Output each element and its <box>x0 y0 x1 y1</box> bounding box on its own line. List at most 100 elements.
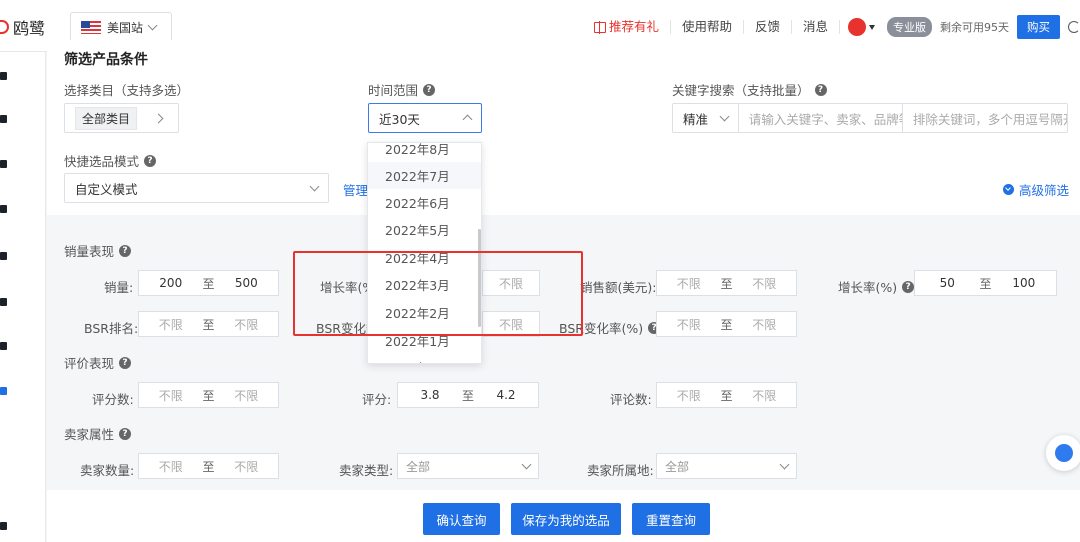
range-separator: 至 <box>202 388 215 403</box>
customer-service-icon[interactable] <box>1046 435 1080 471</box>
logo-text: 鸥鹭 <box>13 19 46 38</box>
time-option[interactable]: 2021年12月 <box>368 354 481 363</box>
chevron-down-icon <box>147 20 158 30</box>
settings-icon[interactable] <box>0 342 7 350</box>
bsr-label: BSR排名: <box>84 321 139 336</box>
review-count-label: 评论数: <box>610 392 652 407</box>
bsr-rate-max[interactable]: 不限 <box>733 316 797 333</box>
range-separator: 至 <box>462 388 475 403</box>
bsr-range[interactable]: 不限 至 不限 <box>138 311 279 337</box>
list-icon[interactable] <box>0 298 7 306</box>
score-max[interactable]: 4.2 <box>474 388 538 402</box>
revenue-label: 销售额(美元): <box>580 280 657 295</box>
keyword-label: 关键字搜索（支持批量） ? <box>672 80 827 99</box>
category-tag: 全部类目 <box>75 106 138 130</box>
sales-section-title: 销量表现? <box>64 241 132 260</box>
revenue-min[interactable]: 不限 <box>657 275 721 292</box>
quick-mode-value: 自定义模式 <box>75 181 138 197</box>
range-separator: 至 <box>720 388 733 403</box>
time-option[interactable]: 2022年6月 <box>368 189 481 216</box>
buy-button[interactable]: 购买 <box>1017 15 1060 39</box>
review-count-range[interactable]: 不限 至 不限 <box>656 382 797 408</box>
header-nav: 推荐有礼 使用帮助 反馈 消息 专业版 剩余可用95天 购买 <box>583 12 1080 42</box>
sales-label: 销量: <box>104 280 134 295</box>
help-icon[interactable]: ? <box>423 83 436 96</box>
score-min[interactable]: 3.8 <box>398 388 462 402</box>
nav-help[interactable]: 使用帮助 <box>671 20 744 34</box>
help-icon[interactable]: ? <box>119 427 132 440</box>
expand-icon[interactable] <box>0 522 7 530</box>
user-menu[interactable] <box>840 18 883 36</box>
review-section-title: 评价表现? <box>64 353 132 372</box>
advanced-filter-label: 高级筛选 <box>1019 183 1070 198</box>
save-selection-button[interactable]: 保存为我的选品 <box>511 503 621 535</box>
manage-link[interactable]: 管理 <box>343 180 368 199</box>
chevron-down-icon <box>719 111 730 121</box>
chevron-right-icon <box>153 113 164 123</box>
time-option[interactable]: 2022年8月 <box>368 143 481 162</box>
site-selector[interactable]: 美国站 <box>70 12 172 42</box>
seller-location-label: 卖家所属地: <box>587 463 654 478</box>
review-count-max[interactable]: 不限 <box>733 387 797 404</box>
home-icon[interactable] <box>0 72 7 80</box>
growth2-min[interactable]: 50 <box>915 276 980 290</box>
seller-location-select[interactable]: 全部 <box>656 453 797 479</box>
time-range-select[interactable]: 近30天 <box>368 103 482 133</box>
confirm-query-button[interactable]: 确认查询 <box>423 503 500 535</box>
range-separator: 至 <box>202 276 215 291</box>
seller-count-max[interactable]: 不限 <box>215 458 279 475</box>
sales-max[interactable]: 500 <box>215 276 279 290</box>
chevron-up-icon <box>462 114 473 125</box>
seller-count-min[interactable]: 不限 <box>139 458 203 475</box>
nav-messages[interactable]: 消息 <box>792 20 840 34</box>
panel-title: 筛选产品条件 <box>64 52 148 68</box>
seller-type-select[interactable]: 全部 <box>397 453 539 479</box>
menu-icon[interactable] <box>0 115 7 123</box>
bird-icon[interactable] <box>0 387 7 395</box>
keyword-mode-select[interactable]: 精准 <box>673 104 739 132</box>
chart-icon[interactable] <box>0 252 7 260</box>
advanced-filter-link[interactable]: 高级筛选 <box>1003 180 1069 199</box>
score-count-min[interactable]: 不限 <box>139 387 203 404</box>
seller-location-value: 全部 <box>665 459 690 474</box>
seller-count-range[interactable]: 不限 至 不限 <box>138 453 279 479</box>
score-count-max[interactable]: 不限 <box>215 387 279 404</box>
bsr-min[interactable]: 不限 <box>139 316 203 333</box>
exclude-keyword-input[interactable]: 排除关键词，多个用逗号隔开 <box>901 104 1067 132</box>
sales-range[interactable]: 200 至 500 <box>138 270 279 296</box>
left-sidebar <box>0 52 46 542</box>
category-select[interactable]: 全部类目 <box>64 103 179 133</box>
help-icon[interactable]: ? <box>144 154 157 167</box>
bsr-rate-range[interactable]: 不限 至 不限 <box>656 311 797 337</box>
reset-query-button[interactable]: 重置查询 <box>632 503 710 535</box>
range-separator: 至 <box>202 317 215 332</box>
bsr-rate-min[interactable]: 不限 <box>657 316 721 333</box>
help-icon[interactable]: ? <box>814 83 827 96</box>
logo[interactable]: 鸥鹭 <box>0 14 45 40</box>
score-count-range[interactable]: 不限 至 不限 <box>138 382 279 408</box>
seller-type-value: 全部 <box>406 459 431 474</box>
refresh-icon[interactable] <box>1068 21 1080 33</box>
search-icon[interactable] <box>0 160 7 168</box>
growth2-range[interactable]: 50 至 100 <box>914 270 1057 296</box>
growth2-label: 增长率(%)? <box>838 277 915 296</box>
time-option[interactable]: 2022年7月 <box>368 162 481 189</box>
sales-min[interactable]: 200 <box>139 276 203 290</box>
review-count-min[interactable]: 不限 <box>657 387 721 404</box>
bsr-max[interactable]: 不限 <box>215 316 279 333</box>
revenue-max[interactable]: 不限 <box>733 275 797 292</box>
chevron-circle-icon <box>1003 184 1014 195</box>
help-icon[interactable]: ? <box>902 280 915 293</box>
keyword-input[interactable]: 请输入关键字、卖家、品牌等 <box>739 109 902 128</box>
time-option[interactable]: 2022年5月 <box>368 216 481 243</box>
help-icon[interactable]: ? <box>119 356 132 369</box>
site-label: 美国站 <box>107 20 144 35</box>
radar-icon[interactable] <box>0 205 7 213</box>
growth2-max[interactable]: 100 <box>992 276 1057 290</box>
help-icon[interactable]: ? <box>119 244 132 257</box>
revenue-range[interactable]: 不限 至 不限 <box>656 270 797 296</box>
score-range[interactable]: 3.8 至 4.2 <box>397 382 539 408</box>
nav-referral[interactable]: 推荐有礼 <box>583 20 671 34</box>
nav-feedback[interactable]: 反馈 <box>744 20 792 34</box>
quick-mode-select[interactable]: 自定义模式 <box>64 173 329 203</box>
